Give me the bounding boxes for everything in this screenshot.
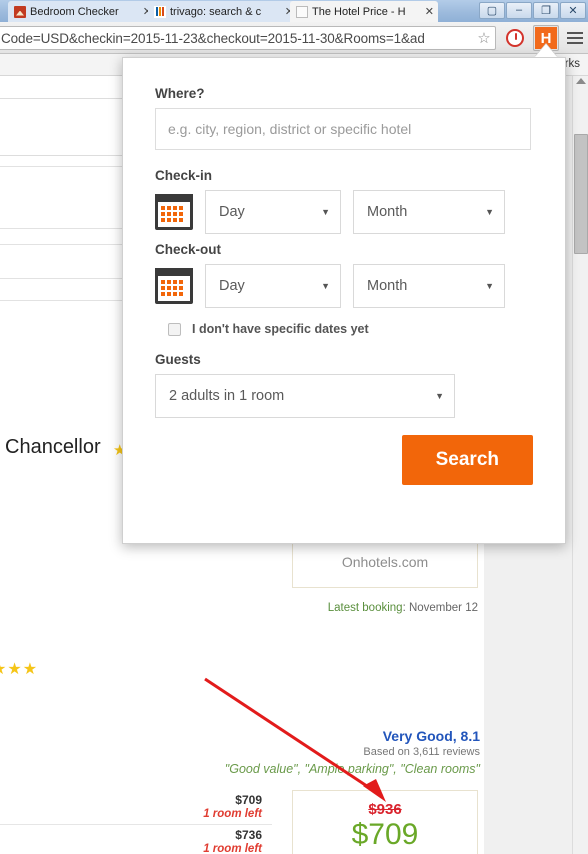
checkin-day-value: Day <box>219 204 245 220</box>
latest-booking-label: Latest booking <box>327 602 403 614</box>
tab-label: trivago: search & c <box>170 5 262 18</box>
guests-value: 2 adults in 1 room <box>169 388 285 404</box>
tab-strip: Bedroom Checker ✕ trivago: search & c ✕ … <box>0 0 588 22</box>
latest-booking-date: November 12 <box>408 602 478 614</box>
rooms-left-note: 1 room left <box>203 808 262 820</box>
minimize-button[interactable]: – <box>506 1 532 19</box>
chevron-down-icon: ▼ <box>435 391 444 401</box>
url-text[interactable]: Code=USD&checkin=2015-11-23&checkout=201… <box>1 31 475 46</box>
chevron-down-icon: ▼ <box>321 207 330 217</box>
hotel-star-rating-icon: ★★★ <box>0 661 39 678</box>
guest-rating-block: Very Good, 8.1 Based on 3,611 reviews <box>280 728 480 758</box>
rating-review-count: Based on 3,611 reviews <box>363 746 480 758</box>
checkin-label: Check-in <box>155 168 213 183</box>
hotel-search-popup: Where? Check-in Day ▼ Month ▼ Check-out <box>122 57 566 544</box>
divider <box>0 278 135 279</box>
price-amount: $736 <box>235 828 262 842</box>
advertiser-name: Onhotels.com <box>341 554 429 570</box>
checkin-month-value: Month <box>367 204 408 220</box>
flexible-dates-label: I don't have specific dates yet <box>192 322 369 336</box>
rooms-left-note: 1 room left <box>203 843 262 854</box>
trivago-favicon-icon <box>154 5 166 18</box>
checkin-row: Day ▼ Month ▼ <box>155 190 533 234</box>
tab-label: Bedroom Checker <box>30 5 119 18</box>
table-row[interactable]: $709 1 room left <box>0 790 272 825</box>
price-amount: $709 <box>235 793 262 807</box>
guests-select[interactable]: 2 adults in 1 room ▼ <box>155 374 455 418</box>
address-bar[interactable]: Code=USD&checkin=2015-11-23&checkout=201… <box>0 26 496 50</box>
browser-window: Bedroom Checker ✕ trivago: search & c ✕ … <box>0 0 588 854</box>
checkin-month-select[interactable]: Month ▼ <box>353 190 505 234</box>
divider <box>0 228 135 229</box>
checkout-day-value: Day <box>219 278 245 294</box>
flexible-dates-row[interactable]: I don't have specific dates yet <box>168 322 533 336</box>
tab-trivago[interactable]: trivago: search & c ✕ <box>148 1 298 22</box>
checkout-row: Day ▼ Month ▼ <box>155 264 533 308</box>
deal-price: $709 <box>351 818 419 851</box>
checkout-label: Check-out <box>155 242 222 257</box>
tab-hotel-price[interactable]: The Hotel Price - H ✕ <box>290 1 438 22</box>
tab-label: The Hotel Price - H <box>312 5 406 18</box>
window-controls: ▢ – ❐ ✕ <box>479 0 586 20</box>
calendar-icon <box>155 268 193 304</box>
destination-search-input[interactable] <box>155 108 531 150</box>
flexible-dates-checkbox[interactable] <box>168 322 181 336</box>
scrollbar-thumb[interactable] <box>574 134 588 254</box>
divider <box>0 166 135 167</box>
search-button[interactable]: Search <box>401 435 533 485</box>
checkout-day-select[interactable]: Day ▼ <box>205 264 341 308</box>
scroll-up-icon[interactable] <box>576 78 586 84</box>
tab-close-icon[interactable]: ✕ <box>425 5 434 18</box>
original-price: $936 <box>368 801 402 818</box>
browser-toolbar: Code=USD&checkin=2015-11-23&checkout=201… <box>0 22 588 54</box>
bedroom-checker-favicon-icon <box>14 5 26 18</box>
page-scrollbar[interactable] <box>572 76 588 854</box>
close-button[interactable]: ✕ <box>560 1 586 19</box>
tab-bedroom-checker[interactable]: Bedroom Checker ✕ <box>8 1 156 22</box>
price-list: $709 1 room left $736 1 room left $709 1… <box>0 790 272 854</box>
guests-label: Guests <box>155 352 201 367</box>
chrome-menu-icon[interactable] <box>567 30 583 46</box>
chevron-down-icon: ▼ <box>321 281 330 291</box>
hotel-name[interactable]: Chancellor <box>5 436 101 459</box>
where-label: Where? <box>155 86 205 101</box>
user-avatar-button[interactable]: ▢ <box>479 1 505 19</box>
checkout-month-select[interactable]: Month ▼ <box>353 264 505 308</box>
rating-title[interactable]: Very Good, 8.1 <box>280 728 480 744</box>
divider <box>0 244 135 245</box>
bookmark-star-icon[interactable]: ☆ <box>475 29 493 47</box>
chevron-down-icon: ▼ <box>485 207 494 217</box>
checkin-day-select[interactable]: Day ▼ <box>205 190 341 234</box>
divider <box>0 300 135 301</box>
checkout-month-value: Month <box>367 278 408 294</box>
table-row[interactable]: $736 1 room left <box>0 825 272 854</box>
latest-booking: Latest booking: November 12 <box>327 602 478 614</box>
restore-button[interactable]: ❐ <box>533 1 559 19</box>
chevron-down-icon: ▼ <box>485 281 494 291</box>
rating-quotes: "Good value", "Ample parking", "Clean ro… <box>224 762 480 776</box>
popup-pointer-icon <box>535 44 557 57</box>
best-deal-box: $936 $709 For 7 nights 1 room left! View… <box>292 790 478 854</box>
adblock-icon[interactable] <box>504 27 526 49</box>
page-favicon-icon <box>296 5 308 18</box>
calendar-icon <box>155 194 193 230</box>
